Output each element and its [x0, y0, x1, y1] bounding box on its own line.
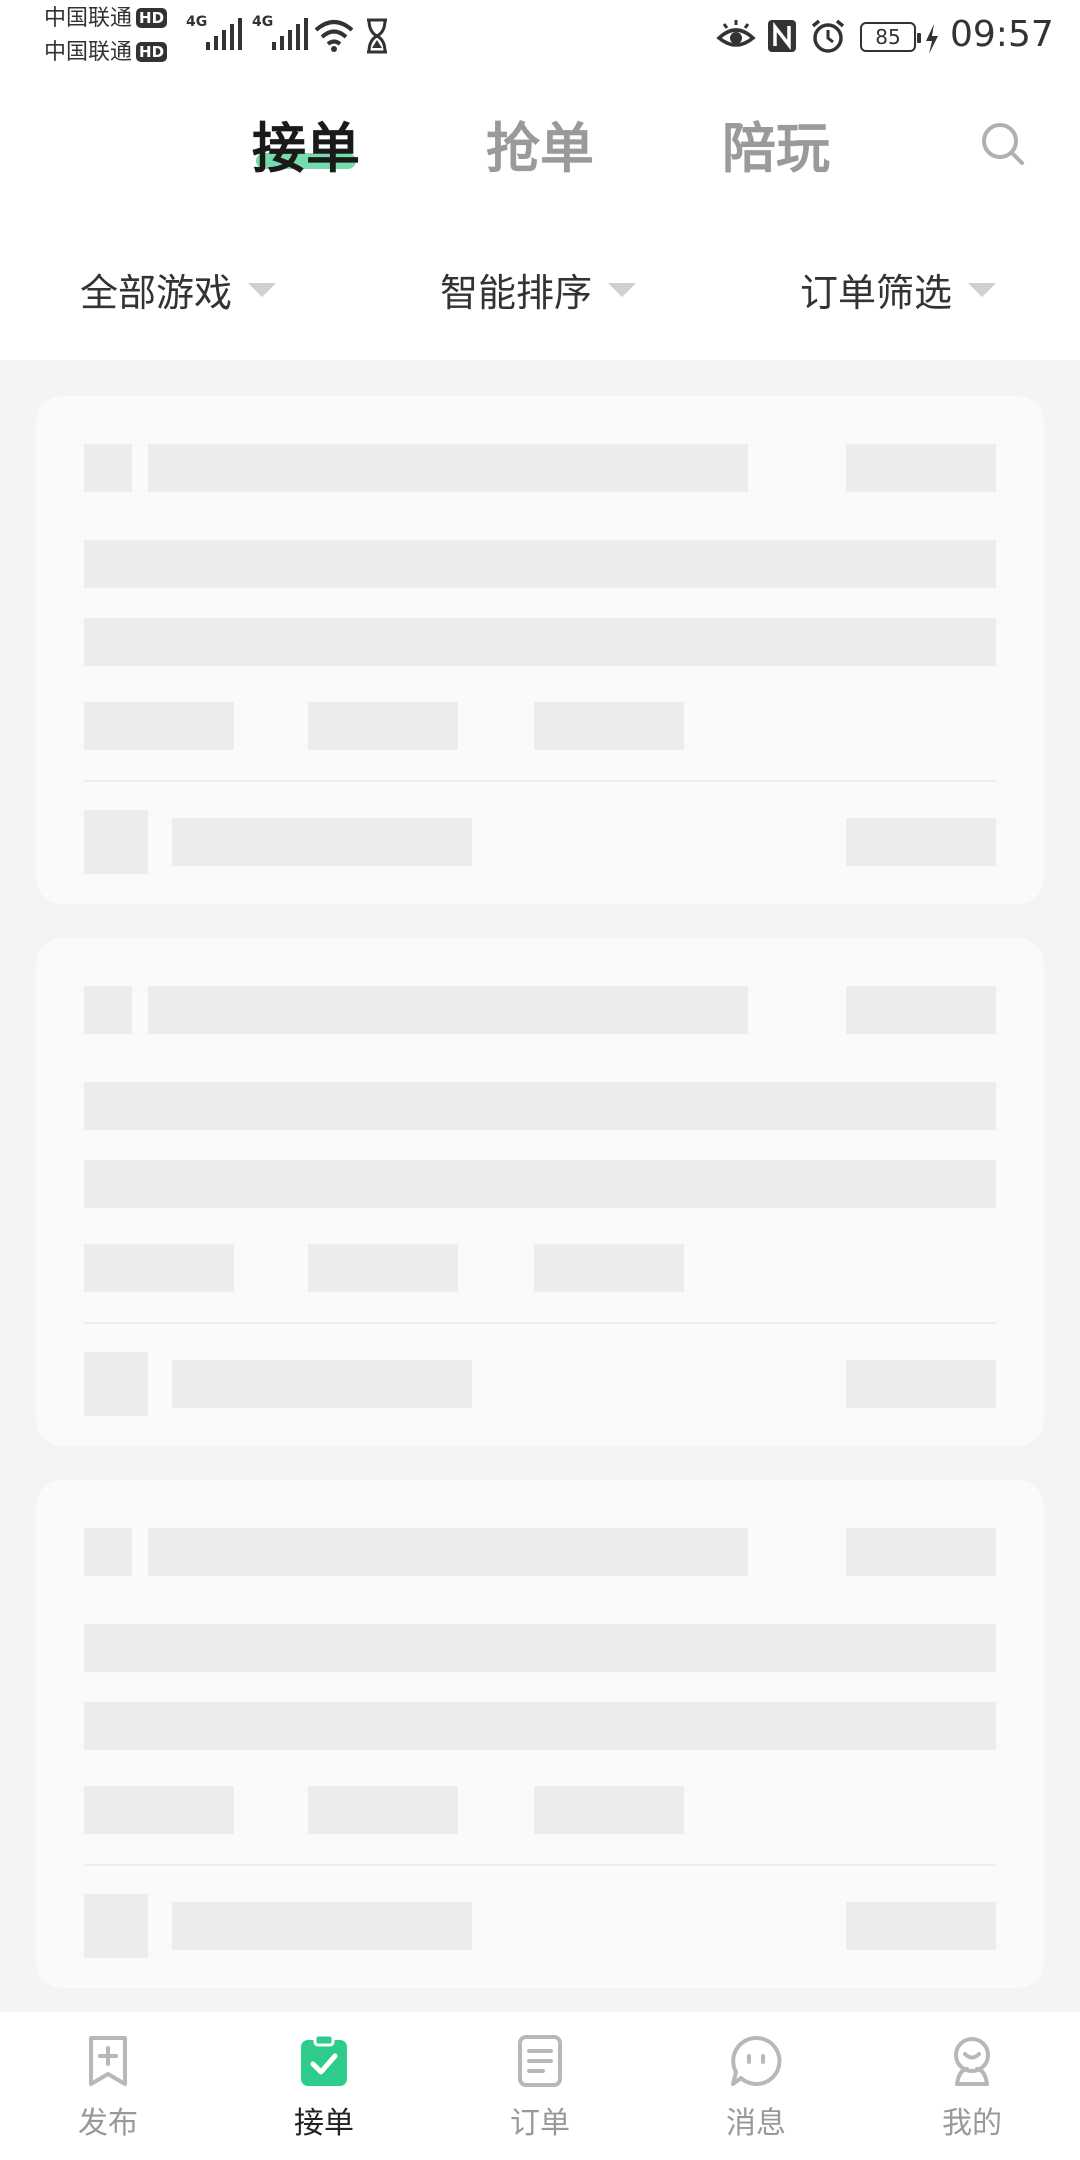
- battery-indicator: 85: [860, 22, 921, 52]
- tab-qiangdan[interactable]: 抢单: [486, 104, 594, 183]
- signal-icon: [272, 18, 308, 50]
- hourglass-icon: [367, 18, 387, 54]
- dropdown-arrow-icon: [608, 282, 637, 297]
- network-type-2: 4G: [252, 14, 274, 30]
- network-type-1: 4G: [186, 14, 208, 30]
- nav-label: 订单: [510, 2106, 570, 2141]
- sk-action: [846, 1360, 996, 1408]
- filter-order-filter[interactable]: 订单筛选: [800, 262, 997, 317]
- carrier-1: 中国联通 HD: [44, 6, 168, 32]
- tab-jiedan[interactable]: 接单: [252, 104, 360, 183]
- nav-label: 消息: [726, 2106, 786, 2141]
- sk-line: [84, 1160, 996, 1208]
- dropdown-arrow-icon: [248, 282, 277, 297]
- filter-label: 订单筛选: [800, 271, 953, 315]
- card-divider: [84, 1322, 996, 1324]
- sk-name: [172, 1902, 472, 1950]
- sk-title-icon: [84, 444, 132, 492]
- sk-line: [84, 1082, 996, 1130]
- carrier-2: 中国联通 HD: [44, 40, 168, 66]
- sk-tag: [534, 1786, 684, 1834]
- publish-icon: [89, 2036, 127, 2086]
- bottom-nav: 发布 接单 订单 消息 我的: [0, 2012, 1080, 2160]
- filter-label: 智能排序: [440, 271, 593, 315]
- sk-price: [846, 444, 996, 492]
- order-card-skeleton: [36, 938, 1044, 1446]
- sk-title: [148, 986, 748, 1034]
- sk-tag: [84, 702, 234, 750]
- nav-messages[interactable]: 消息: [696, 2034, 816, 2142]
- nav-label: 我的: [942, 2106, 1002, 2141]
- sk-title: [148, 1528, 748, 1576]
- nav-profile[interactable]: 我的: [912, 2034, 1032, 2142]
- chat-bubble-icon: [731, 2035, 782, 2086]
- filter-smart-sort[interactable]: 智能排序: [440, 262, 637, 317]
- card-divider: [84, 780, 996, 782]
- wifi-icon: [314, 20, 354, 52]
- sk-tag: [308, 1244, 458, 1292]
- status-bar: 中国联通 HD 中国联通 HD 4G 4G 85 09:57: [0, 0, 1080, 76]
- filter-label: 全部游戏: [80, 271, 233, 315]
- sk-title: [148, 444, 748, 492]
- sk-tag: [84, 1786, 234, 1834]
- sk-tag: [534, 1244, 684, 1292]
- sk-avatar: [84, 810, 148, 874]
- nav-label: 发布: [78, 2106, 138, 2141]
- clipboard-check-icon: [301, 2034, 347, 2086]
- alarm-icon: [811, 19, 845, 53]
- sk-tag: [534, 702, 684, 750]
- sk-name: [172, 818, 472, 866]
- top-header: 接单 抢单 陪玩 全部游戏 智能排序 订单筛选: [0, 76, 1080, 360]
- sk-price: [846, 986, 996, 1034]
- sk-line: [84, 618, 996, 666]
- search-icon[interactable]: [980, 121, 1026, 167]
- tab-peiwan[interactable]: 陪玩: [722, 104, 830, 183]
- card-divider: [84, 1864, 996, 1866]
- sk-title-icon: [84, 1528, 132, 1576]
- sk-price: [846, 1528, 996, 1576]
- sk-line: [84, 1702, 996, 1750]
- signal-icon: [206, 18, 242, 50]
- status-time: 09:57: [950, 14, 1054, 55]
- nav-take-order[interactable]: 接单: [264, 2034, 384, 2142]
- sk-action: [846, 1902, 996, 1950]
- filter-all-games[interactable]: 全部游戏: [80, 262, 277, 317]
- sk-name: [172, 1360, 472, 1408]
- profile-icon: [954, 2037, 990, 2086]
- nav-publish[interactable]: 发布: [48, 2034, 168, 2142]
- sk-avatar: [84, 1894, 148, 1958]
- nav-orders[interactable]: 订单: [480, 2034, 600, 2142]
- charging-icon: [926, 24, 938, 54]
- dropdown-arrow-icon: [968, 282, 997, 297]
- sk-action: [846, 818, 996, 866]
- eye-comfort-icon: [716, 20, 756, 47]
- sk-line: [84, 540, 996, 588]
- sk-tag: [308, 1786, 458, 1834]
- nav-label: 接单: [294, 2106, 354, 2141]
- sk-title-icon: [84, 986, 132, 1034]
- sk-tag: [308, 702, 458, 750]
- orders-icon: [518, 2035, 562, 2087]
- order-card-skeleton: [36, 396, 1044, 904]
- sk-avatar: [84, 1352, 148, 1416]
- sk-line: [84, 1624, 996, 1672]
- nfc-icon: [768, 20, 796, 52]
- order-card-skeleton: [36, 1480, 1044, 1988]
- sk-tag: [84, 1244, 234, 1292]
